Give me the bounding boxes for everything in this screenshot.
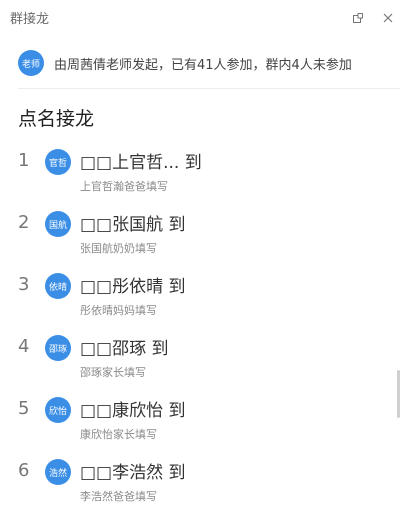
list-item[interactable]: 3 依晴 □□彤依晴 到 彤依晴妈妈填写 bbox=[0, 266, 400, 328]
list-item[interactable]: 5 欣怡 □□康欣怡 到 康欣怡家长填写 bbox=[0, 390, 400, 452]
announcement-bar: 老师 由周茜倩老师发起，已有41人参加，群内4人未参加 bbox=[18, 50, 400, 76]
avatar: 欣怡 bbox=[45, 397, 71, 423]
list-item[interactable]: 2 国航 □□张国航 到 张国航奶奶填写 bbox=[0, 204, 400, 266]
picture-in-picture-icon[interactable] bbox=[348, 8, 368, 28]
avatar: 邵琢 bbox=[45, 335, 71, 361]
entry-number: 4 bbox=[18, 336, 30, 357]
entry-name: □□李浩然 到 bbox=[80, 463, 186, 483]
teacher-avatar: 老师 bbox=[18, 50, 44, 76]
list-item[interactable]: 6 浩然 □□李浩然 到 李浩然爸爸填写 bbox=[0, 452, 400, 513]
avatar: 官哲 bbox=[45, 149, 71, 175]
entry-filled-by: 李浩然爸爸填写 bbox=[80, 490, 157, 503]
page-title: 点名接龙 bbox=[18, 108, 95, 130]
entry-filled-by: 张国航奶奶填写 bbox=[80, 242, 157, 255]
announcement-text: 由周茜倩老师发起，已有41人参加，群内4人未参加 bbox=[54, 57, 352, 73]
list-item[interactable]: 4 邵琢 □□邵琢 到 邵琢家长填写 bbox=[0, 328, 400, 390]
entry-number: 6 bbox=[18, 460, 30, 481]
group-solitaire-window: 群接龙 老师 由周茜倩老师发起，已有41人参加，群内4人未参加 点名接龙 1 官… bbox=[0, 0, 400, 513]
entry-number: 5 bbox=[18, 398, 30, 419]
close-icon[interactable] bbox=[378, 8, 398, 28]
entry-name: □□张国航 到 bbox=[80, 215, 186, 235]
entry-filled-by: 上官哲瀚爸爸填写 bbox=[80, 180, 168, 193]
avatar: 国航 bbox=[45, 211, 71, 237]
window-title: 群接龙 bbox=[10, 12, 50, 27]
entry-filled-by: 彤依晴妈妈填写 bbox=[80, 304, 157, 317]
entry-filled-by: 邵琢家长填写 bbox=[80, 366, 146, 379]
entry-filled-by: 康欣怡家长填写 bbox=[80, 428, 157, 441]
roll-call-list: 1 官哲 □□上官哲... 到 上官哲瀚爸爸填写 2 国航 □□张国航 到 张国… bbox=[0, 142, 400, 513]
entry-name: □□彤依晴 到 bbox=[80, 277, 186, 297]
avatar: 浩然 bbox=[45, 459, 71, 485]
entry-name: □□邵琢 到 bbox=[80, 339, 169, 359]
entry-name: □□康欣怡 到 bbox=[80, 401, 186, 421]
list-item[interactable]: 1 官哲 □□上官哲... 到 上官哲瀚爸爸填写 bbox=[0, 142, 400, 204]
entry-number: 2 bbox=[18, 212, 30, 233]
title-bar: 群接龙 bbox=[0, 0, 400, 36]
entry-name: □□上官哲... 到 bbox=[80, 153, 202, 173]
avatar: 依晴 bbox=[45, 273, 71, 299]
entry-number: 3 bbox=[18, 274, 30, 295]
entry-number: 1 bbox=[18, 150, 30, 171]
divider bbox=[18, 88, 400, 89]
